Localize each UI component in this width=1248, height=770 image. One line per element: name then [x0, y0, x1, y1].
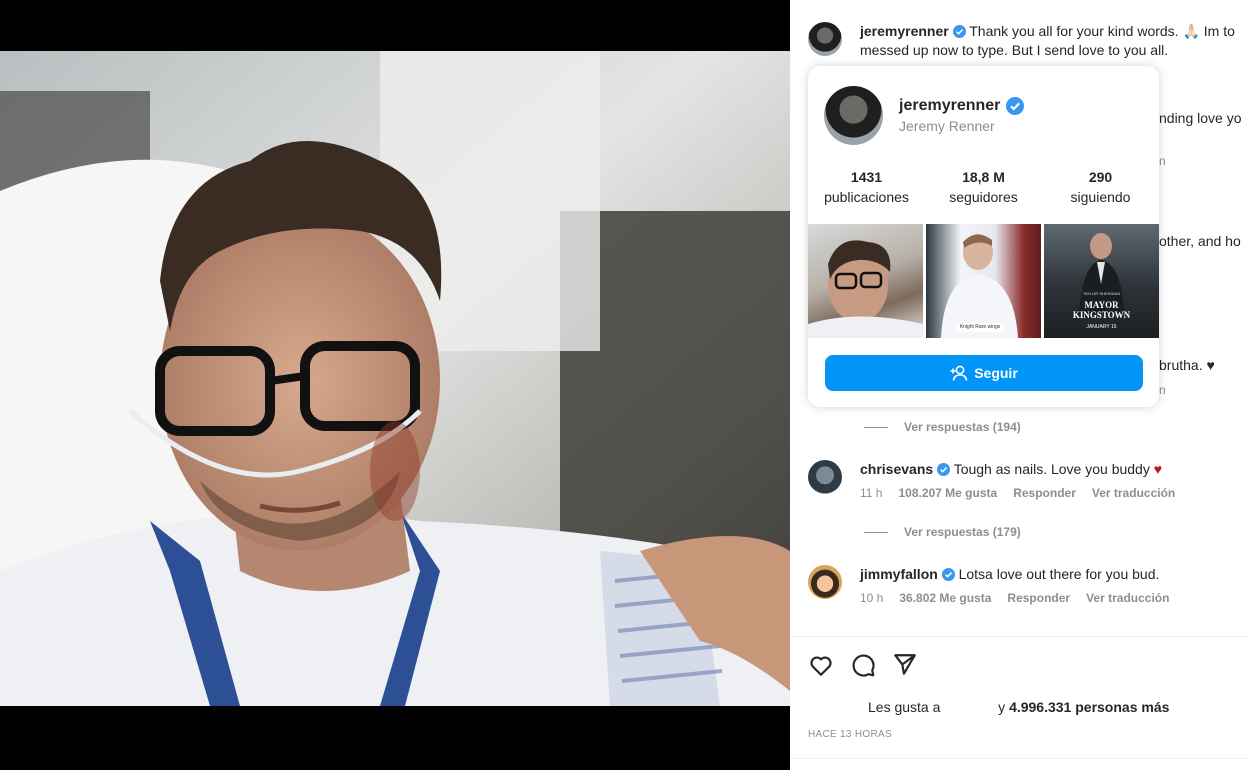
follow-button[interactable]: Seguir [825, 355, 1143, 391]
caption-username[interactable]: jeremyrenner [860, 23, 949, 39]
share-icon[interactable] [892, 652, 918, 678]
stat-number: 1431 [850, 169, 883, 185]
comment-icon[interactable] [850, 652, 876, 678]
verified-icon [941, 568, 955, 581]
hover-card-avatar[interactable] [824, 86, 883, 145]
stat-label: publicaciones [824, 189, 909, 205]
post-actions [808, 652, 918, 678]
author-avatar[interactable] [808, 22, 842, 56]
caption-text-line2: messed up now to type. But I send love t… [860, 42, 1169, 58]
view-replies-label: Ver respuestas (179) [904, 525, 1021, 539]
hover-card-full-name: Jeremy Renner [899, 118, 995, 134]
view-replies-link[interactable]: Ver respuestas (179) [864, 525, 1021, 539]
partial-comment-meta: n [1159, 154, 1166, 168]
commenter-username[interactable]: chrisevans [860, 461, 933, 477]
stat-following[interactable]: 290 siguiendo [1042, 169, 1159, 205]
poster-date: JANUARY 15 [1086, 324, 1117, 330]
stat-posts: 1431 publicaciones [808, 169, 925, 205]
view-replies-label: Ver respuestas (194) [904, 420, 1021, 434]
stat-followers[interactable]: 18,8 M seguidores [925, 169, 1042, 205]
thumbnail-image [808, 240, 923, 338]
stat-number: 18,8 M [962, 169, 1005, 185]
recent-posts-grid: Knight Rare wings TAYLOR SHERIDAN MAYOR … [808, 224, 1159, 338]
commenter-username[interactable]: jimmyfallon [860, 566, 938, 582]
comment-item: chrisevans Tough as nails. Love you budd… [808, 460, 1175, 500]
post-caption: jeremyrenner Thank you all for your kind… [860, 22, 1248, 60]
poster-title: MAYOR KINGSTOWN [1044, 300, 1159, 320]
replies-dash [864, 531, 888, 533]
profile-hover-card: jeremyrenner Jeremy Renner 1431 publicac… [808, 66, 1159, 407]
photo-panel [0, 0, 790, 770]
thumbnail-image [941, 234, 1018, 338]
verified-icon [937, 463, 951, 476]
recent-post-thumbnail[interactable]: TAYLOR SHERIDAN MAYOR KINGSTOWN JANUARY … [1044, 224, 1159, 338]
post-photo[interactable] [0, 51, 790, 706]
comment-time: 11 h [860, 486, 883, 500]
partial-comment-meta: n [1159, 383, 1166, 397]
stat-label: seguidores [949, 189, 1018, 205]
reply-button[interactable]: Responder [1013, 486, 1076, 500]
comment-text: Lotsa love out there for you bud. [958, 566, 1160, 582]
add-user-icon [950, 365, 968, 381]
poster-title-line: KINGSTOWN [1072, 310, 1131, 320]
comment-item: jimmyfallon Lotsa love out there for you… [808, 565, 1169, 605]
translate-button[interactable]: Ver traducción [1092, 486, 1175, 500]
likes-summary: Les gusta a y 4.996.331 personas más [868, 699, 1169, 715]
commenter-avatar[interactable] [808, 460, 842, 494]
caption-text: Thank you all for your kind words. 🙏🏻 Im… [969, 23, 1235, 39]
reply-button[interactable]: Responder [1007, 591, 1070, 605]
partial-comment-text: other, and ho [1159, 233, 1241, 249]
partial-comment-text: brutha. ♥ [1159, 357, 1215, 373]
post-time-ago[interactable]: HACE 13 HORAS [808, 729, 892, 740]
hover-card-header: jeremyrenner Jeremy Renner [824, 86, 1025, 145]
comment-likes[interactable]: 108.207 Me gusta [898, 486, 997, 500]
partial-comment-text: nding love yo [1159, 110, 1242, 126]
hover-card-username[interactable]: jeremyrenner [899, 97, 1000, 115]
likes-connector: y [998, 699, 1006, 715]
profile-stats: 1431 publicaciones 18,8 M seguidores 290… [808, 169, 1159, 205]
thumbnail-image [1079, 233, 1124, 314]
heart-icon[interactable] [808, 652, 834, 678]
replies-dash [864, 426, 888, 428]
comment-likes[interactable]: 36.802 Me gusta [899, 591, 991, 605]
stat-label: siguiendo [1070, 189, 1131, 205]
poster-title-line: MAYOR [1084, 300, 1119, 310]
thumbnail-caption-tag: Knight Rare wings [956, 323, 1004, 332]
divider [790, 758, 1248, 759]
divider [790, 636, 1248, 637]
poster-credit: TAYLOR SHERIDAN [1082, 291, 1121, 296]
instagram-post-view: jeremyrenner Thank you all for your kind… [0, 0, 1248, 770]
comment-text: Tough as nails. Love you buddy [953, 461, 1150, 477]
verified-icon [1006, 97, 1025, 115]
recent-post-thumbnail[interactable] [808, 224, 923, 338]
commenter-avatar[interactable] [808, 565, 842, 599]
stat-number: 290 [1088, 169, 1113, 185]
recent-post-thumbnail[interactable]: Knight Rare wings [926, 224, 1041, 338]
heart-emoji-icon: ♥ [1153, 461, 1163, 477]
post-photo-illustration [0, 51, 790, 706]
follow-button-label: Seguir [974, 365, 1018, 381]
verified-icon [952, 25, 966, 38]
likes-prefix: Les gusta a [868, 699, 941, 715]
view-replies-link[interactable]: Ver respuestas (194) [864, 420, 1021, 434]
likes-count[interactable]: 4.996.331 personas más [1009, 699, 1169, 715]
comment-time: 10 h [860, 591, 884, 605]
translate-button[interactable]: Ver traducción [1086, 591, 1169, 605]
